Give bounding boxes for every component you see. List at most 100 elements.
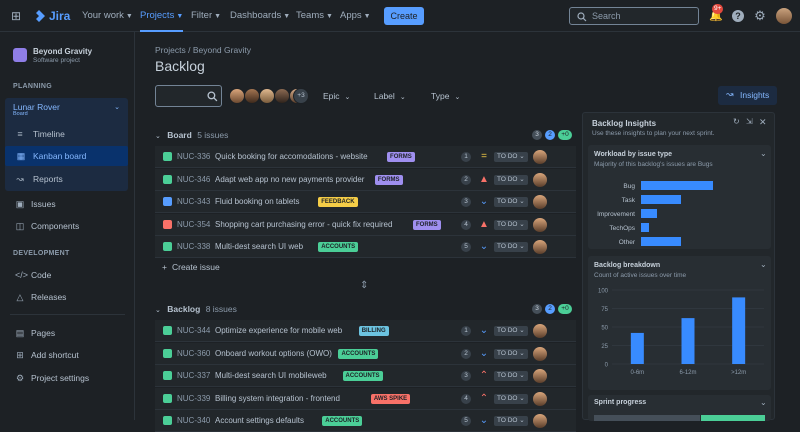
assignee-avatar[interactable]	[533, 346, 547, 361]
backlog-search-input[interactable]	[155, 85, 222, 107]
issue-key[interactable]: NUC-337	[177, 365, 210, 387]
sidebar-item-components[interactable]: ◫ Components	[0, 216, 135, 236]
story-points[interactable]: 2	[461, 348, 471, 359]
status-dropdown[interactable]: TO DO ⌄	[494, 326, 528, 336]
assignee-avatar[interactable]	[533, 369, 547, 383]
epic-label[interactable]: ACCOUNTS	[318, 242, 359, 252]
help-icon[interactable]: ?	[730, 8, 746, 24]
assignee-avatar[interactable]	[533, 150, 547, 164]
story-points[interactable]: 4	[461, 219, 471, 230]
story-points[interactable]: 3	[461, 371, 471, 381]
user-avatar[interactable]	[776, 8, 792, 24]
workload-bar[interactable]	[641, 195, 681, 204]
epic-label[interactable]: ACCOUNTS	[342, 371, 383, 381]
create-button[interactable]: Create	[384, 7, 424, 25]
workload-bar[interactable]	[641, 223, 649, 232]
insights-button[interactable]: ↝ Insights	[718, 86, 777, 105]
story-points[interactable]: 2	[461, 174, 471, 185]
issue-key[interactable]: NUC-344	[177, 320, 210, 342]
search-input[interactable]: Search	[569, 7, 699, 25]
nav-filter[interactable]: Filter ▼	[191, 0, 221, 32]
breadcrumb-project[interactable]: Beyond Gravity	[193, 45, 251, 55]
status-dropdown[interactable]: TO DO ⌄	[494, 174, 528, 185]
assignee-avatar[interactable]	[533, 217, 547, 232]
avatar[interactable]	[229, 88, 245, 104]
story-points[interactable]: 5	[461, 242, 471, 252]
workload-bar[interactable]	[641, 209, 657, 218]
issue-key[interactable]: NUC-346	[177, 169, 210, 191]
nav-apps[interactable]: Apps ▼	[340, 0, 371, 32]
issue-key[interactable]: NUC-336	[177, 146, 210, 168]
status-dropdown[interactable]: TO DO ⌄	[494, 152, 528, 162]
issue-row[interactable]: NUC-339 Billing system integration - fron…	[155, 387, 576, 410]
sidebar-item-project-settings[interactable]: ⚙ Project settings	[0, 368, 135, 388]
issue-summary[interactable]: Shopping cart purchasing error - quick f…	[215, 214, 392, 236]
nav-teams[interactable]: Teams ▼	[296, 0, 333, 32]
issue-row[interactable]: NUC-336 Quick booking for accomodations -…	[155, 146, 576, 168]
sidebar-item-add-shortcut[interactable]: ⊞ Add shortcut	[0, 345, 135, 365]
app-switcher-icon[interactable]: ⊞	[8, 8, 24, 24]
status-dropdown[interactable]: TO DO ⌄	[494, 416, 528, 426]
issue-summary[interactable]: Account settings defaults	[215, 410, 304, 432]
sidebar-item-code[interactable]: </> Code	[0, 265, 135, 285]
epic-label[interactable]: FEEDBACK	[318, 197, 358, 207]
issue-summary[interactable]: Billing system integration - frontend	[215, 388, 340, 410]
workload-bar[interactable]	[641, 181, 713, 190]
status-dropdown[interactable]: TO DO ⌄	[494, 371, 528, 381]
filter-epic[interactable]: Epic ⌄	[323, 87, 350, 105]
sidebar-item-reports[interactable]: ↝ Reports	[0, 169, 135, 189]
issue-row[interactable]: NUC-338 Multi-dest search UI web ACCOUNTS 5…	[155, 236, 576, 258]
assignee-avatar[interactable]	[533, 414, 547, 428]
assignee-avatar[interactable]	[533, 195, 547, 209]
sidebar-item-issues[interactable]: ▣ Issues	[0, 194, 135, 214]
status-dropdown[interactable]: TO DO ⌄	[494, 219, 528, 230]
refresh-icon[interactable]: ↻	[733, 117, 740, 126]
filter-type[interactable]: Type ⌄	[431, 87, 460, 105]
project-avatar[interactable]	[13, 48, 27, 62]
avatar[interactable]	[244, 88, 260, 104]
issue-row[interactable]: NUC-340 Account settings defaults ACCOUNTS…	[155, 410, 576, 432]
epic-label[interactable]: FORMS	[413, 219, 441, 230]
issue-row[interactable]: NUC-346 Adapt web app no new payments pro…	[155, 168, 576, 191]
sidebar-item-pages[interactable]: ▤ Pages	[0, 323, 135, 343]
story-points[interactable]: 4	[461, 393, 471, 404]
issue-key[interactable]: NUC-343	[177, 191, 210, 213]
assignee-avatar[interactable]	[533, 391, 547, 406]
issue-row[interactable]: NUC-360 Onboard workout options (OWO) ACCO…	[155, 342, 576, 365]
issue-summary[interactable]: Fluid booking on tablets	[215, 191, 300, 213]
collapse-icon[interactable]: ⇲	[746, 117, 753, 126]
more-avatars-button[interactable]: +3	[293, 88, 309, 104]
status-dropdown[interactable]: TO DO ⌄	[494, 197, 528, 207]
chevron-down-icon[interactable]: ⌄	[760, 260, 767, 269]
drag-handle-icon[interactable]: ⇕	[360, 280, 368, 291]
sidebar-item-timeline[interactable]: ≡ Timeline	[0, 124, 135, 144]
backlog-section-header[interactable]: ⌄ Backlog 8 issues	[155, 302, 237, 316]
nav-projects[interactable]: Projects ▼	[140, 0, 184, 32]
issue-key[interactable]: NUC-340	[177, 410, 210, 432]
filter-label-dropdown[interactable]: Label ⌄	[374, 87, 406, 105]
issue-summary[interactable]: Optimize experience for mobile web	[215, 320, 342, 342]
issue-summary[interactable]: Quick booking for accomodations - websit…	[215, 146, 368, 168]
issue-key[interactable]: NUC-338	[177, 236, 210, 258]
avatar[interactable]	[274, 88, 290, 104]
assignee-avatar[interactable]	[533, 240, 547, 254]
board-selector[interactable]: Lunar Rover Board ⌄	[5, 98, 128, 118]
issue-summary[interactable]: Adapt web app no new payments provider	[215, 169, 364, 191]
issue-summary[interactable]: Multi-dest search UI mobileweb	[215, 365, 327, 387]
chevron-down-icon[interactable]: ⌄	[760, 149, 767, 158]
epic-label[interactable]: FORMS	[374, 174, 403, 185]
story-points[interactable]: 1	[461, 152, 471, 162]
assignee-avatar[interactable]	[533, 324, 547, 338]
story-points[interactable]: 1	[461, 326, 471, 336]
status-dropdown[interactable]: TO DO ⌄	[494, 393, 528, 404]
issue-row[interactable]: NUC-337 Multi-dest search UI mobileweb ACC…	[155, 365, 576, 387]
story-points[interactable]: 3	[461, 197, 471, 207]
sidebar-item-releases[interactable]: △ Releases	[0, 287, 135, 307]
sidebar-item-kanban-board[interactable]: ▦ Kanban board	[5, 146, 128, 166]
close-icon[interactable]: ✕	[759, 117, 767, 128]
epic-label[interactable]: ACCOUNTS	[322, 416, 363, 426]
status-dropdown[interactable]: TO DO ⌄	[494, 242, 528, 252]
breakdown-bar[interactable]	[630, 332, 644, 364]
assignee-avatar[interactable]	[533, 172, 547, 187]
story-points[interactable]: 5	[461, 416, 471, 426]
